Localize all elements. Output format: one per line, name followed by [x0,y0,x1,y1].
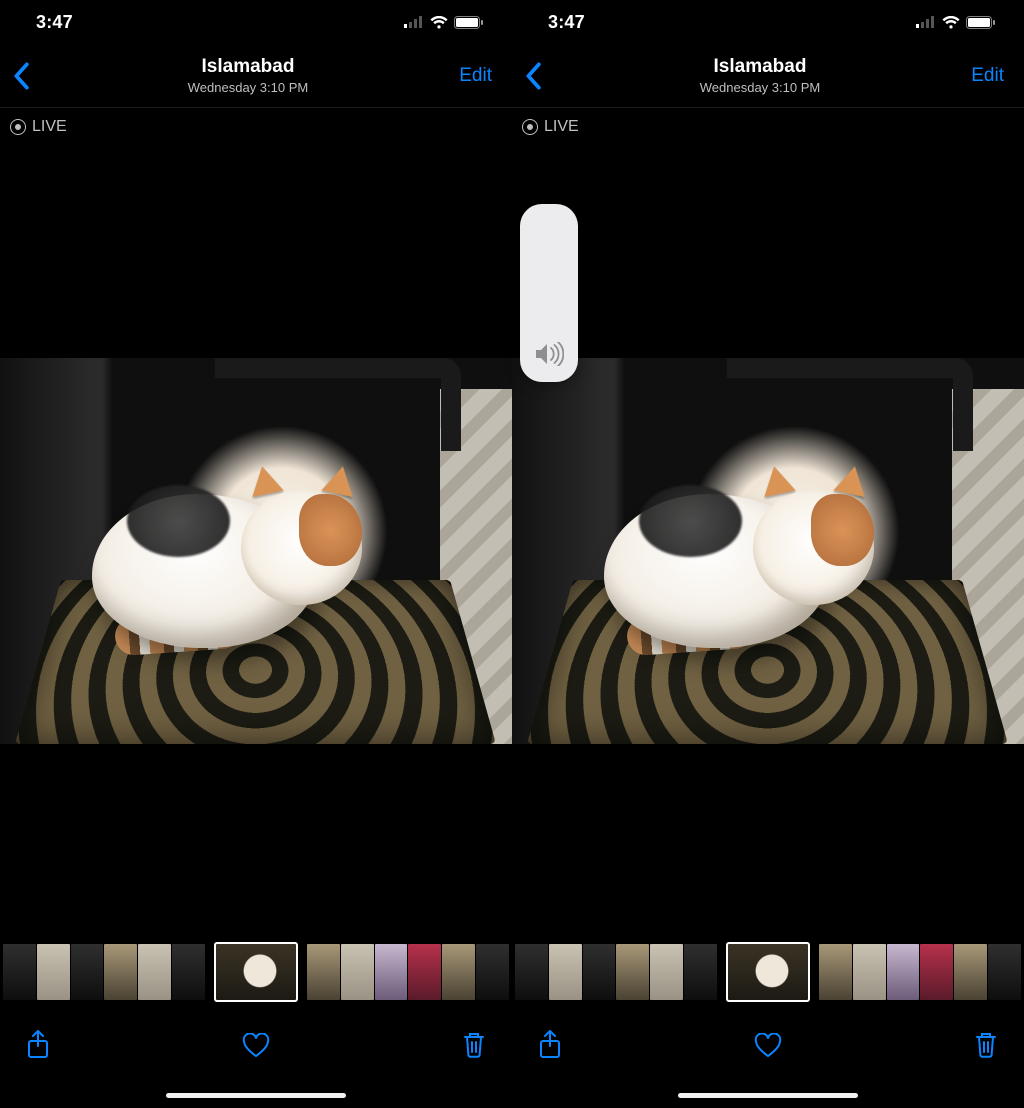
speaker-icon [534,342,564,366]
nav-title: Islamabad [56,56,440,79]
live-label: LIVE [32,118,67,136]
live-photo-icon [522,119,538,135]
share-icon [538,1030,562,1060]
battery-icon [966,16,996,29]
live-photo-badge: LIVE [10,118,67,136]
delete-button[interactable] [458,1029,490,1061]
live-photo-badge: LIVE [522,118,579,136]
thumbnail-strip[interactable] [0,944,512,1000]
thumbnail[interactable] [616,944,649,1000]
back-button[interactable] [12,62,56,90]
chevron-left-icon [524,62,542,90]
status-time: 3:47 [548,12,585,33]
thumbnail[interactable] [408,944,441,1000]
thumbnail[interactable] [37,944,70,1000]
photo-viewer[interactable]: LIVE [512,108,1024,1108]
nav-title: Islamabad [568,56,952,79]
thumbnail[interactable] [341,944,374,1000]
nav-bar: Islamabad Wednesday 3:10 PM Edit [0,44,512,108]
thumbnail[interactable] [650,944,683,1000]
status-icons [404,16,484,29]
live-photo-icon [10,119,26,135]
thumbnail[interactable] [3,944,36,1000]
photo-image [0,358,512,744]
thumbnail[interactable] [684,944,717,1000]
thumbnail[interactable] [887,944,920,1000]
chevron-left-icon [12,62,30,90]
photo-cat [604,427,891,666]
photo-cat [92,427,379,666]
thumbnail[interactable] [172,944,205,1000]
nav-title-group: Islamabad Wednesday 3:10 PM [568,56,952,95]
volume-hud [520,204,578,382]
nav-title-group: Islamabad Wednesday 3:10 PM [56,56,440,95]
photo-viewer[interactable]: LIVE [0,108,512,1108]
bottom-toolbar [0,1016,512,1074]
share-button[interactable] [22,1029,54,1061]
thumbnail[interactable] [476,944,509,1000]
battery-icon [454,16,484,29]
status-bar: 3:47 [0,0,512,44]
nav-subtitle: Wednesday 3:10 PM [568,80,952,95]
heart-icon [754,1033,782,1058]
share-button[interactable] [534,1029,566,1061]
photos-detail-screen-right: 3:47 Islamabad Wednesday 3:10 PM Edit LI… [512,0,1024,1108]
thumbnail-current[interactable] [728,944,808,1000]
photo-image [512,358,1024,744]
thumbnail[interactable] [853,944,886,1000]
thumbnail-current[interactable] [216,944,296,1000]
thumbnail[interactable] [988,944,1021,1000]
thumbnail[interactable] [307,944,340,1000]
home-indicator[interactable] [166,1093,346,1098]
favorite-button[interactable] [240,1029,272,1061]
cellular-signal-icon [404,16,424,28]
thumbnail[interactable] [549,944,582,1000]
cellular-signal-icon [916,16,936,28]
status-icons [916,16,996,29]
thumbnail[interactable] [71,944,104,1000]
thumbnail[interactable] [583,944,616,1000]
back-button[interactable] [524,62,568,90]
thumbnail[interactable] [819,944,852,1000]
status-bar: 3:47 [512,0,1024,44]
nav-bar: Islamabad Wednesday 3:10 PM Edit [512,44,1024,108]
bottom-toolbar [512,1016,1024,1074]
edit-button[interactable]: Edit [440,65,500,87]
live-label: LIVE [544,118,579,136]
thumbnail[interactable] [104,944,137,1000]
home-indicator[interactable] [678,1093,858,1098]
thumbnail[interactable] [375,944,408,1000]
thumbnail-strip[interactable] [512,944,1024,1000]
thumbnail[interactable] [954,944,987,1000]
edit-button[interactable]: Edit [952,65,1012,87]
share-icon [26,1030,50,1060]
wifi-icon [430,16,448,29]
favorite-button[interactable] [752,1029,784,1061]
heart-icon [242,1033,270,1058]
wifi-icon [942,16,960,29]
photos-detail-screen-left: 3:47 Islamabad Wednesday 3:10 PM Edit LI… [0,0,512,1108]
status-time: 3:47 [36,12,73,33]
thumbnail[interactable] [920,944,953,1000]
thumbnail[interactable] [442,944,475,1000]
thumbnail[interactable] [138,944,171,1000]
trash-icon [462,1031,486,1059]
trash-icon [974,1031,998,1059]
thumbnail[interactable] [515,944,548,1000]
delete-button[interactable] [970,1029,1002,1061]
nav-subtitle: Wednesday 3:10 PM [56,80,440,95]
